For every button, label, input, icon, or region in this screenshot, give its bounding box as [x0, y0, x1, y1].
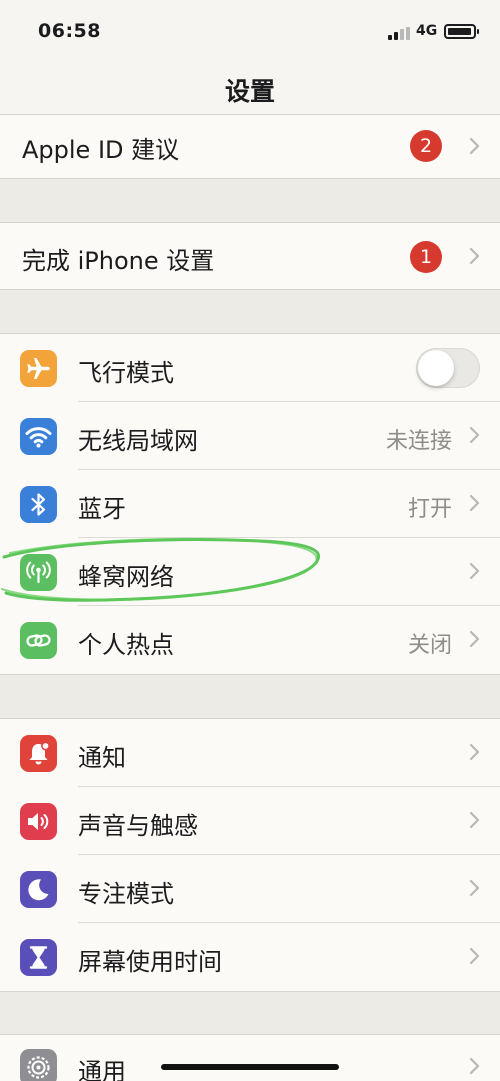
page-title: 设置 — [224, 77, 275, 106]
row-label: 通用 — [78, 1058, 126, 1081]
gear-icon — [20, 1049, 57, 1081]
wifi-row[interactable]: 无线局域网 未连接 — [0, 402, 500, 470]
wifi-icon — [20, 418, 57, 455]
chevron-right-icon — [469, 630, 480, 648]
chevron-right-icon — [469, 1057, 480, 1075]
notifications-row[interactable]: 通知 — [0, 719, 500, 787]
chevron-right-icon — [469, 947, 480, 965]
focus-row[interactable]: 专注模式 — [0, 855, 500, 923]
nav-bar: 设置 — [0, 62, 500, 114]
finish-setup-group: 完成 iPhone 设置 1 — [0, 222, 500, 290]
airplane-mode-row: 飞行模式 — [0, 334, 500, 402]
wifi-status-value: 未连接 — [385, 429, 452, 454]
moon-icon — [20, 871, 57, 908]
row-label: Apple ID 建议 — [22, 136, 180, 164]
row-label: 声音与触感 — [78, 812, 198, 840]
signal-strength-icon — [388, 27, 410, 40]
hotspot-link-icon — [20, 622, 57, 659]
notifications-group: 通知 声音与触感 专注模式 屏幕使用时间 — [0, 718, 500, 992]
row-label: 屏幕使用时间 — [78, 948, 222, 976]
sounds-haptics-row[interactable]: 声音与触感 — [0, 787, 500, 855]
screen-time-row[interactable]: 屏幕使用时间 — [0, 923, 500, 991]
chevron-right-icon — [469, 137, 480, 155]
hourglass-icon — [20, 939, 57, 976]
battery-icon — [444, 24, 479, 39]
bluetooth-status-value: 打开 — [407, 497, 452, 522]
connectivity-group: 飞行模式 无线局域网 未连接 蓝牙 打开 蜂窝网络 个人热点 关闭 — [0, 333, 500, 675]
row-label: 无线局域网 — [78, 427, 198, 455]
cellular-row[interactable]: 蜂窝网络 — [0, 538, 500, 606]
personal-hotspot-row[interactable]: 个人热点 关闭 — [0, 606, 500, 674]
status-bar: 06:58 4G — [0, 0, 500, 62]
row-label: 专注模式 — [78, 880, 174, 908]
row-label: 个人热点 — [78, 631, 174, 659]
row-label: 完成 iPhone 设置 — [22, 247, 215, 275]
chevron-right-icon — [469, 811, 480, 829]
chevron-right-icon — [469, 494, 480, 512]
notification-badge: 1 — [410, 241, 442, 273]
apple-id-group: Apple ID 建议 2 — [0, 114, 500, 179]
home-indicator[interactable] — [161, 1064, 339, 1070]
chevron-right-icon — [469, 247, 480, 265]
general-group: 通用 — [0, 1034, 500, 1081]
speaker-icon — [20, 803, 57, 840]
notification-badge: 2 — [410, 130, 442, 162]
row-label: 通知 — [78, 744, 126, 772]
chevron-right-icon — [469, 743, 480, 761]
notification-bell-icon — [20, 735, 57, 772]
apple-id-suggestions-row[interactable]: Apple ID 建议 2 — [0, 115, 500, 178]
row-label: 飞行模式 — [78, 359, 174, 387]
status-time: 06:58 — [38, 20, 101, 42]
chevron-right-icon — [469, 426, 480, 444]
cellular-antenna-icon — [20, 554, 57, 591]
row-label: 蜂窝网络 — [78, 563, 174, 591]
airplane-icon — [20, 350, 57, 387]
general-row[interactable]: 通用 — [0, 1035, 500, 1081]
finish-iphone-setup-row[interactable]: 完成 iPhone 设置 1 — [0, 223, 500, 289]
bluetooth-icon — [20, 486, 57, 523]
bluetooth-row[interactable]: 蓝牙 打开 — [0, 470, 500, 538]
chevron-right-icon — [469, 879, 480, 897]
row-label: 蓝牙 — [78, 495, 126, 523]
chevron-right-icon — [469, 562, 480, 580]
hotspot-status-value: 关闭 — [407, 633, 452, 658]
airplane-mode-toggle[interactable] — [416, 348, 480, 388]
network-type: 4G — [416, 23, 438, 39]
